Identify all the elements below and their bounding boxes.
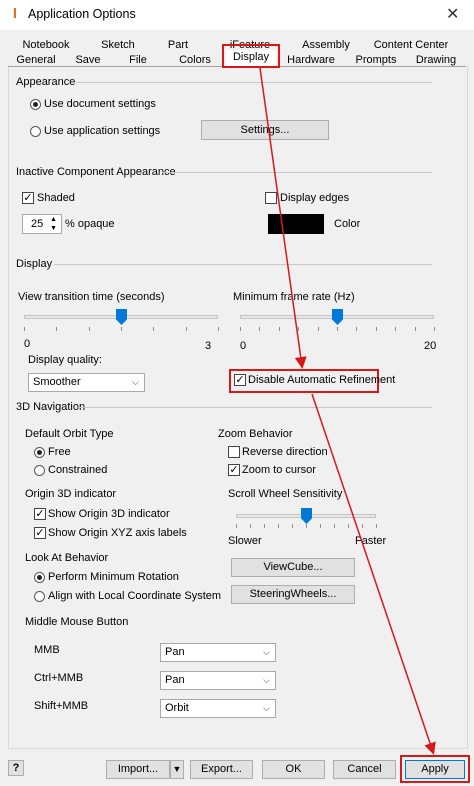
- arrow-to-refinement: [259, 67, 307, 369]
- arrow-to-apply: [311, 393, 436, 755]
- annotation-arrows: [259, 67, 436, 755]
